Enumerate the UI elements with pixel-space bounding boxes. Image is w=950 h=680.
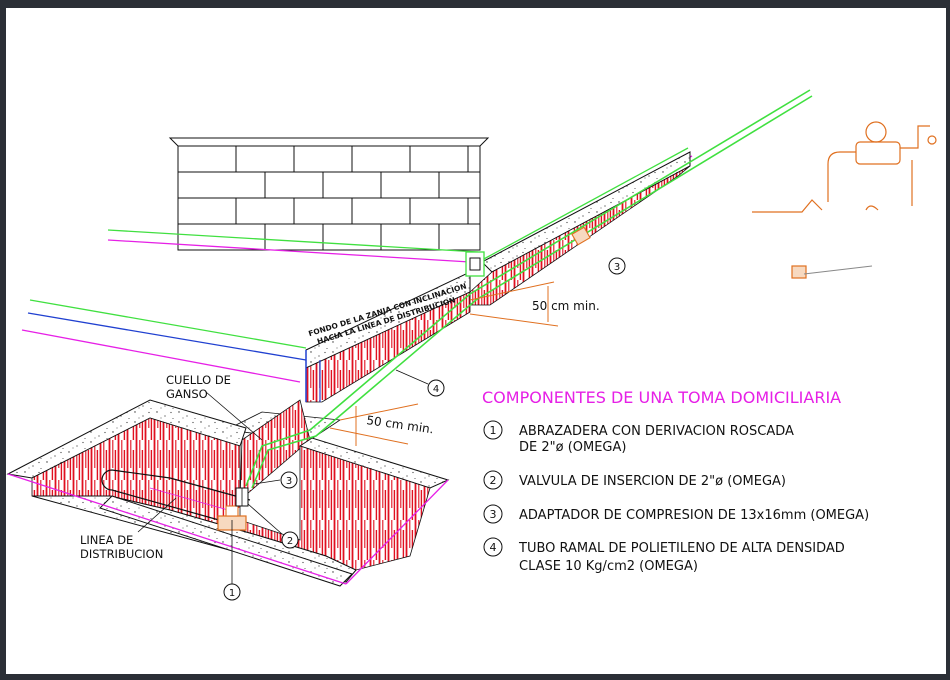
water-meter-assembly (752, 121, 937, 279)
legend-heading: COMPONENTES DE UNA TOMA DOMICILIARIA (482, 388, 841, 407)
dimension-lower-text: 50 cm min. (366, 413, 435, 436)
callout-4: 4 (395, 369, 445, 397)
legend-item-3-num: 3 (490, 508, 497, 521)
legend-item-2: 2 VALVULA DE INSERCION DE 2"ø (OMEGA) (483, 470, 786, 490)
legend-item-4: 4 TUBO RAMAL DE POLIETILENO DE ALTA DENS… (483, 537, 845, 574)
legend-item-1: 1 ABRAZADERA CON DERIVACION ROSCADA DE 2… (483, 420, 794, 455)
legend-item-1-line-2: DE 2"ø (OMEGA) (519, 440, 626, 455)
legend-item-3: 3 ADAPTADOR DE COMPRESION DE 13x16mm (OM… (483, 504, 869, 524)
legend-item-3-line-1: ADAPTADOR DE COMPRESION DE 13x16mm (OMEG… (519, 508, 869, 523)
callout-4-num: 4 (433, 384, 439, 395)
gooseneck-label-line-1: CUELLO DE (166, 373, 231, 387)
dimension-upper-text: 50 cm min. (532, 299, 600, 313)
callout-1-num: 1 (229, 588, 235, 599)
legend-item-2-line-1: VALVULA DE INSERCION DE 2"ø (OMEGA) (519, 474, 786, 489)
legend-item-4-num: 4 (490, 541, 497, 554)
cad-viewport[interactable]: 50 cm min. 50 cm min. FONDO DE LA ZANJA … (0, 0, 950, 680)
callout-3-upper: 3 (608, 257, 626, 275)
main-label-line-1: LINEA DE (80, 533, 133, 547)
main-label-line-2: DISTRIBUCION (80, 547, 163, 561)
callout-3-lower-num: 3 (286, 476, 292, 487)
block-wall (168, 137, 490, 251)
legend-item-2-num: 2 (490, 474, 497, 487)
callout-3-upper-num: 3 (614, 262, 620, 273)
legend-item-4-line-1: TUBO RAMAL DE POLIETILENO DE ALTA DENSID… (518, 541, 845, 556)
legend-item-1-num: 1 (490, 424, 497, 437)
insertion-valve (235, 487, 249, 507)
legend-item-4-line-2: CLASE 10 Kg/cm2 (OMEGA) (519, 559, 698, 574)
callout-2-num: 2 (287, 536, 293, 547)
gooseneck-label-line-2: GANSO (166, 387, 208, 401)
cad-drawing: 50 cm min. 50 cm min. FONDO DE LA ZANJA … (6, 89, 937, 601)
legend-item-1-line-1: ABRAZADERA CON DERIVACION ROSCADA (519, 424, 794, 439)
drawing-sheet: 50 cm min. 50 cm min. FONDO DE LA ZANJA … (6, 8, 946, 674)
